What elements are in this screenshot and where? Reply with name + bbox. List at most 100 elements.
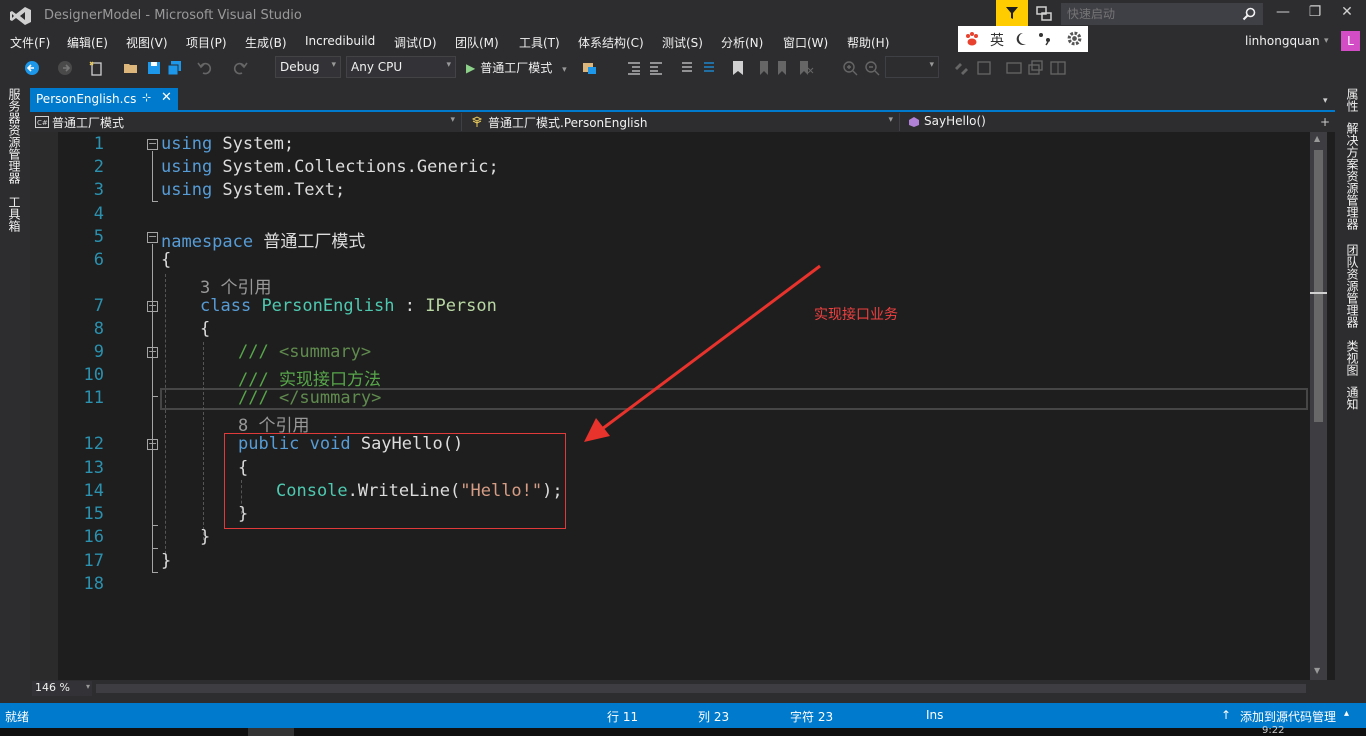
upload-arrow-icon[interactable]: ↑ [1221,708,1231,722]
scroll-up-icon[interactable]: ▲ [1314,134,1320,143]
line-number: 16 [83,527,104,547]
add-to-source-control-button[interactable]: 添加到源代码管理 [1240,708,1336,725]
collapse-outline-icon[interactable]: − [147,300,158,312]
notifications-tab[interactable]: 通知 [1344,386,1361,410]
bookmark-icon[interactable] [730,60,746,76]
diagnostics-icon[interactable] [976,60,992,76]
menu-test[interactable]: 测试(S) [662,34,703,51]
user-name[interactable]: linhongquan [1245,34,1320,48]
quick-launch-input[interactable] [1062,4,1232,24]
split-window-icon[interactable] [1050,60,1066,76]
menu-architecture[interactable]: 体系结构(C) [578,34,644,51]
new-project-icon[interactable] [88,60,104,76]
next-bookmark-icon[interactable] [776,60,792,76]
feedback-icon[interactable] [1036,6,1052,22]
attach-process-icon[interactable] [953,60,969,76]
uncomment-lines-icon[interactable] [700,60,716,76]
horizontal-scrollbar[interactable] [96,684,1306,693]
navigate-back-icon[interactable] [24,60,40,76]
pin-icon[interactable]: ⊹ [142,91,151,104]
properties-tab[interactable]: 属性 [1344,88,1361,112]
menu-view[interactable]: 视图(V) [126,34,168,51]
punctuation-icon[interactable] [1038,31,1052,47]
collapse-outline-icon[interactable]: − [147,438,158,450]
menu-debug[interactable]: 调试(D) [394,34,437,51]
menu-analyze[interactable]: 分析(N) [721,34,763,51]
quick-launch[interactable] [1061,3,1263,25]
menu-build[interactable]: 生成(B) [245,34,287,51]
moon-icon[interactable] [1014,31,1028,47]
collapse-outline-icon[interactable]: − [147,231,158,243]
menu-team[interactable]: 团队(M) [455,34,499,51]
search-icon[interactable] [1242,7,1256,21]
clear-bookmarks-icon[interactable] [798,60,814,76]
tab-overflow-chevron-icon[interactable]: ▾ [1323,96,1328,106]
ime-language-toggle[interactable]: 英 [990,30,1004,50]
stack-windows-icon[interactable] [1028,60,1044,76]
line-number: 8 [93,319,104,339]
team-explorer-tab[interactable]: 团队资源管理器 [1344,244,1361,328]
collapse-outline-icon[interactable]: − [147,346,158,358]
close-window-button[interactable]: ✕ [1332,4,1362,26]
chevron-down-icon: ▾ [446,60,451,70]
zoom-in-icon[interactable] [842,60,858,76]
member-dropdown[interactable]: SayHello() [902,113,1318,131]
right-tool-window-rail: 属性 解决方案资源管理器 团队资源管理器 类视图 通知 [1336,82,1366,702]
indicator-margin[interactable] [30,132,58,680]
type-dropdown[interactable]: 普通工厂模式.PersonEnglish ▾ [466,113,900,131]
collapse-outline-icon[interactable]: − [147,138,158,150]
menu-incredibuild[interactable]: Incredibuild [305,34,375,48]
format-indent-icon[interactable] [626,60,642,76]
prev-bookmark-icon[interactable] [754,60,770,76]
chevron-down-icon: ▾ [562,65,567,75]
scroll-down-icon[interactable]: ▼ [1314,666,1320,675]
open-folder-icon[interactable] [123,60,139,76]
zoom-level-select[interactable]: ▾ [885,56,939,78]
title-bar: DesignerModel - Microsoft Visual Studio … [0,0,1366,30]
settings-gear-icon[interactable] [1066,30,1083,47]
restore-button[interactable]: ❐ [1300,4,1330,26]
save-all-icon[interactable] [167,60,183,76]
menu-project[interactable]: 项目(P) [186,34,227,51]
format-outdent-icon[interactable] [648,60,664,76]
document-tab-personenglish[interactable]: PersonEnglish.cs ⊹ ✕ [30,88,178,110]
codelens-references[interactable]: 3 个引用 [200,273,271,298]
solution-configuration-select[interactable]: Debug ▾ [275,56,341,78]
redo-icon[interactable] [232,60,248,76]
window-layout-icon[interactable] [1006,60,1022,76]
paw-icon[interactable] [964,31,980,47]
split-editor-icon[interactable]: + [1320,115,1330,129]
browser-link-icon[interactable] [582,60,598,76]
project-dropdown[interactable]: C# 普通工厂模式 ▾ [30,113,462,131]
code-editor[interactable]: 1 2 3 4 5 6 7 8 9 10 11 12 13 14 15 16 1… [30,132,1335,680]
navigate-forward-icon[interactable] [57,60,73,76]
menu-file[interactable]: 文件(F) [10,34,50,51]
zoom-select[interactable]: 146 % ▾ [32,681,92,696]
line-number: 13 [83,458,104,478]
server-explorer-tab[interactable]: 服务器资源管理器 [6,88,23,184]
solution-platform-select[interactable]: Any CPU ▾ [346,56,456,78]
undo-icon[interactable] [197,60,213,76]
minimize-button[interactable]: — [1268,4,1298,26]
menu-window[interactable]: 窗口(W) [783,34,828,51]
toolbox-tab[interactable]: 工具箱 [6,196,23,232]
start-debugging-button[interactable]: ▶ 普通工厂模式 ▾ [462,56,571,78]
scrollbar-thumb[interactable] [1314,150,1323,422]
solution-explorer-tab[interactable]: 解决方案资源管理器 [1344,122,1361,230]
comment-lines-icon[interactable] [678,60,694,76]
notifications-button[interactable] [996,0,1028,28]
vertical-scrollbar[interactable]: ▲ ▼ [1310,132,1327,680]
taskbar-item[interactable] [248,728,294,736]
svg-text:C#: C# [37,119,48,127]
chevron-down-icon[interactable]: ▾ [1324,36,1329,46]
chevron-up-icon[interactable]: ▴ [1344,708,1349,719]
zoom-out-icon[interactable] [864,60,880,76]
menu-help[interactable]: 帮助(H) [847,34,889,51]
close-tab-icon[interactable]: ✕ [161,90,172,105]
class-view-tab[interactable]: 类视图 [1344,340,1361,376]
save-icon[interactable] [146,60,162,76]
menu-tools[interactable]: 工具(T) [519,34,560,51]
avatar[interactable]: L [1341,31,1360,51]
csharp-file-icon: C# [35,116,49,128]
menu-edit[interactable]: 编辑(E) [67,34,108,51]
